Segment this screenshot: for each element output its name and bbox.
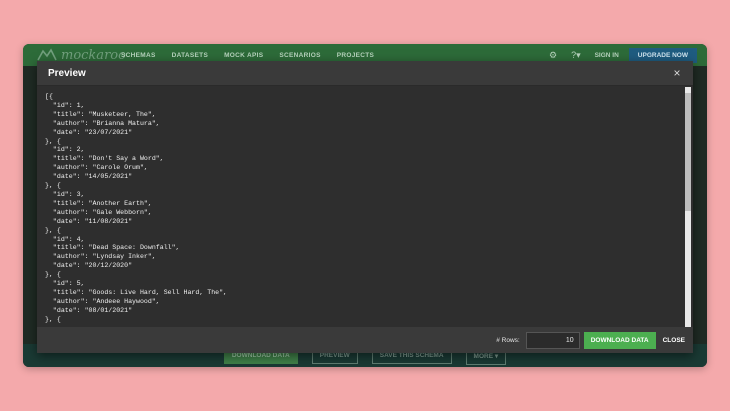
- nav-projects[interactable]: PROJECTS: [337, 52, 374, 59]
- nav-mock-apis[interactable]: MOCK APIS: [224, 52, 263, 59]
- download-data-button[interactable]: DOWNLOAD DATA: [583, 331, 656, 349]
- json-preview-text: [{ "id": 1, "title": "Musketeer, The", "…: [45, 93, 228, 323]
- modal-footer: # Rows: DOWNLOAD DATA CLOSE: [37, 327, 693, 353]
- modal-title: Preview: [48, 68, 86, 79]
- preview-modal: Preview × [{ "id": 1, "title": "Musketee…: [37, 61, 693, 353]
- help-icon[interactable]: ?▾: [571, 50, 581, 61]
- nav-schemas[interactable]: SCHEMAS: [121, 52, 156, 59]
- nav-scenarios[interactable]: SCENARIOS: [279, 52, 320, 59]
- logo-icon: [37, 48, 57, 61]
- nav-datasets[interactable]: DATASETS: [172, 52, 208, 59]
- close-icon[interactable]: ×: [670, 65, 684, 81]
- code-preview[interactable]: [{ "id": 1, "title": "Musketeer, The", "…: [37, 87, 693, 327]
- scrollbar[interactable]: [685, 87, 691, 327]
- rows-label: # Rows:: [496, 336, 520, 344]
- rows-input[interactable]: [525, 331, 580, 349]
- gear-icon[interactable]: ⚙: [549, 50, 557, 61]
- modal-header: Preview ×: [37, 61, 693, 86]
- sign-in-link[interactable]: SIGN IN: [595, 52, 619, 59]
- scrollbar-thumb[interactable]: [685, 93, 691, 211]
- close-button[interactable]: CLOSE: [663, 337, 685, 344]
